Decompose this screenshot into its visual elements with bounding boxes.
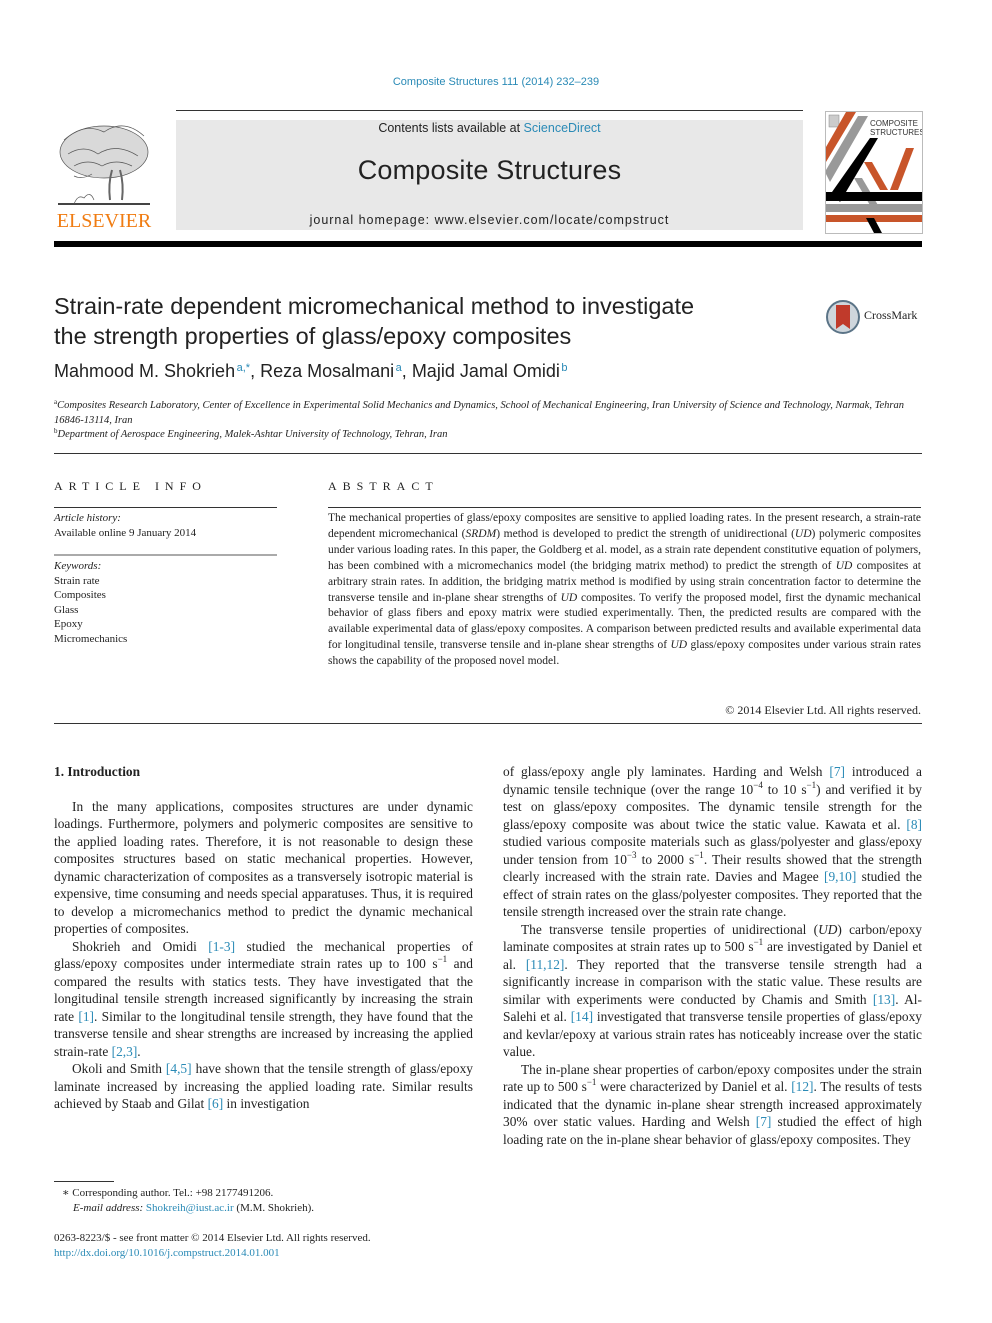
crossmark-label: CrossMark — [864, 308, 918, 322]
footnote-rule — [54, 1181, 114, 1182]
body-left-column: 1. Introduction In the many applications… — [54, 763, 473, 1113]
email-suffix: (M.M. Shokrieh). — [233, 1201, 315, 1214]
author-name[interactable]: Majid Jamal Omidi — [412, 361, 560, 381]
masthead-thick-rule — [54, 241, 922, 247]
reference-link[interactable]: [8] — [906, 817, 922, 832]
abstract-heading: ABSTRACT — [328, 479, 439, 493]
contents-line: Contents lists available at ScienceDirec… — [176, 121, 803, 135]
keywords-block: Keywords: Strain rate Composites Glass E… — [54, 559, 277, 646]
body-paragraph: Okoli and Smith [4,5] have shown that th… — [54, 1061, 473, 1111]
reference-link[interactable]: [13] — [873, 992, 895, 1007]
crossmark-icon — [826, 300, 860, 334]
abstract-body: The mechanical properties of glass/epoxy… — [328, 512, 922, 668]
keyword: Strain rate — [54, 574, 100, 587]
body-right-column: of glass/epoxy angle ply laminates. Hard… — [503, 763, 922, 1148]
cover-title-1: COMPOSITE — [870, 119, 918, 128]
journal-cover-image: COMPOSITE STRUCTURES — [825, 111, 923, 234]
affiliation-text: Composites Research Laboratory, Center o… — [54, 400, 904, 426]
author-affiliation-mark[interactable]: a — [396, 362, 402, 374]
history-label: Article history: — [54, 512, 121, 524]
cover-title-2: STRUCTURES — [870, 128, 922, 137]
doi-link[interactable]: http://dx.doi.org/10.1016/j.compstruct.2… — [54, 1247, 280, 1259]
paper-title: Strain-rate dependent micromechanical me… — [54, 291, 794, 351]
reference-link[interactable]: [7] — [756, 1114, 772, 1129]
journal-title: Composite Structures — [357, 155, 622, 185]
author-affiliation-mark[interactable]: a,* — [237, 362, 250, 374]
reference-link[interactable]: [9,10] — [824, 869, 856, 884]
article-info-divider — [54, 507, 277, 508]
body-paragraph: of glass/epoxy angle ply laminates. Hard… — [503, 764, 923, 919]
keyword: Composites — [54, 589, 106, 601]
reference-link[interactable]: [7] — [829, 764, 845, 779]
author-name[interactable]: Reza Mosalmani — [260, 361, 394, 381]
front-matter-note: 0263-8223/$ - see front matter © 2014 El… — [54, 1231, 484, 1260]
abstract-divider — [328, 507, 921, 508]
reference-link[interactable]: [6] — [208, 1096, 224, 1111]
reference-link[interactable]: [2,3] — [112, 1044, 138, 1059]
paper-title-line-2: the strength properties of glass/epoxy c… — [54, 323, 572, 349]
author-affiliation-mark[interactable]: b — [561, 362, 567, 374]
crossmark-button[interactable]: CrossMark — [826, 297, 926, 337]
section-heading-introduction: 1. Introduction — [54, 764, 141, 779]
section-divider — [54, 453, 922, 454]
author-name[interactable]: Mahmood M. Shokrieh — [54, 361, 235, 381]
abstract-end-divider — [54, 723, 922, 724]
journal-citation-link[interactable]: Composite Structures 111 (2014) 232–239 — [0, 76, 992, 88]
email-link[interactable]: Shokreih@iust.ac.ir — [146, 1202, 234, 1214]
journal-homepage[interactable]: journal homepage: www.elsevier.com/locat… — [176, 213, 803, 227]
keyword: Micromechanics — [54, 632, 128, 645]
keywords-label: Keywords: — [54, 560, 102, 572]
cover-pattern-icon: COMPOSITE STRUCTURES — [826, 112, 922, 233]
body-paragraph: Shokrieh and Omidi [1-3] studied the mec… — [54, 938, 473, 1059]
citation-link[interactable]: Composite Structures 111 (2014) 232–239 — [393, 76, 599, 88]
email-label: E-mail address: — [73, 1201, 146, 1214]
affiliation-b: bDepartment of Aerospace Engineering, Ma… — [54, 424, 922, 442]
body-paragraph: The in-plane shear properties of carbon/… — [503, 1061, 922, 1147]
paper-title-line-1: Strain-rate dependent micromechanical me… — [54, 293, 695, 319]
elsevier-wordmark: ELSEVIER — [56, 210, 152, 232]
tree-icon — [58, 125, 150, 205]
article-info-heading: ARTICLE INFO — [54, 479, 207, 493]
corresponding-author-note: ∗ Corresponding author. Tel.: +98 217749… — [62, 1186, 482, 1215]
affiliation-text: Department of Aerospace Engineering, Mal… — [57, 429, 448, 440]
reference-link[interactable]: [11,12] — [526, 957, 565, 972]
reference-link[interactable]: [12] — [791, 1079, 813, 1094]
history-value: Available online 9 January 2014 — [54, 526, 197, 539]
body-paragraph: In the many applications, composites str… — [54, 798, 473, 937]
keywords-divider — [54, 554, 277, 556]
contents-prefix: Contents lists available at — [378, 121, 524, 135]
reference-link[interactable]: [4,5] — [166, 1061, 192, 1076]
reference-link[interactable]: [1] — [78, 1009, 94, 1024]
header-rule — [176, 110, 803, 111]
sciencedirect-link[interactable]: ScienceDirect — [524, 121, 601, 135]
author-list: Mahmood M. Shokrieh a,*, Reza Mosalmani … — [54, 361, 568, 381]
keyword: Glass — [54, 603, 79, 616]
keyword: Epoxy — [54, 618, 83, 630]
front-matter: 0263-8223/$ - see front matter © 2014 El… — [54, 1232, 371, 1244]
article-history: Article history: Available online 9 Janu… — [54, 511, 277, 540]
corresponding-author: ∗ Corresponding author. Tel.: +98 217749… — [62, 1187, 274, 1199]
abstract-copyright: © 2014 Elsevier Ltd. All rights reserved… — [725, 703, 921, 717]
body-paragraph: The transverse tensile properties of uni… — [503, 921, 923, 1060]
reference-link[interactable]: [14] — [571, 1009, 593, 1024]
reference-link[interactable]: [1-3] — [208, 939, 235, 954]
